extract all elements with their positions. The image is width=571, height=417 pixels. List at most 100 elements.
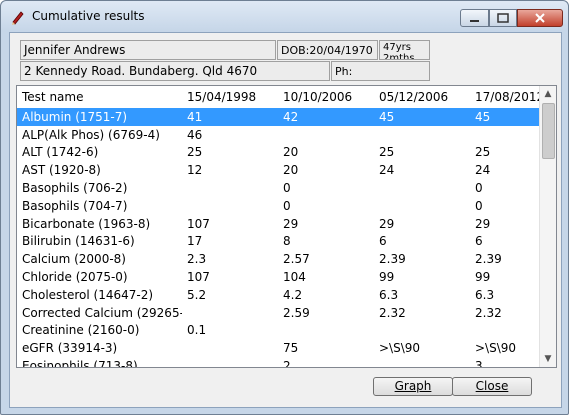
- result-cell: 2.39: [379, 252, 406, 267]
- table-row[interactable]: Bicarbonate (1963-8) 107 29 29 29: [17, 215, 556, 233]
- result-cell: 17: [187, 234, 203, 249]
- result-cell: [374, 357, 470, 367]
- result-cell: 46: [187, 127, 203, 142]
- result-cell: [182, 357, 278, 367]
- patient-phone: Ph:: [331, 61, 430, 81]
- result-cell: 8: [283, 234, 291, 249]
- result-cell: 29: [379, 216, 395, 231]
- result-cell: 2.3: [187, 252, 207, 267]
- result-cell: 41: [182, 108, 278, 126]
- result-cell: 99: [379, 270, 395, 285]
- table-row[interactable]: ALT (1742-6) 25 20 25 25: [17, 144, 556, 162]
- test-name-cell: ALT (1742-6): [22, 145, 99, 160]
- minimize-icon: [470, 20, 479, 22]
- result-cell: 107: [187, 270, 210, 285]
- column-header[interactable]: 05/12/2006: [374, 86, 470, 108]
- result-cell: 2.59: [283, 305, 310, 320]
- table-row[interactable]: Basophils (706-2) 0 0: [17, 179, 556, 197]
- results-table: Test name 15/04/1998 10/10/2006 05/12/20…: [17, 86, 556, 368]
- patient-age-years: 47yrs: [383, 42, 411, 53]
- dialog-client-area: Jennifer Andrews DOB:20/04/1970 47yrs 2m…: [9, 32, 562, 408]
- vertical-scrollbar[interactable]: ▲ ▼: [539, 86, 556, 367]
- scrollbar-thumb[interactable]: [542, 103, 555, 159]
- table-row[interactable]: ALP(Alk Phos) (6769-4) 46: [17, 126, 556, 144]
- graph-button-label: Graph: [394, 379, 432, 393]
- result-cell: [374, 197, 470, 215]
- result-cell: 24: [379, 163, 395, 178]
- result-cell: 42: [278, 108, 374, 126]
- test-name-cell: Cholesterol (14647-2): [22, 287, 154, 302]
- maximize-button[interactable]: [489, 9, 517, 27]
- test-name-cell: Calcium (2000-8): [22, 252, 126, 267]
- result-cell: 6.3: [379, 287, 399, 302]
- table-header-row: Test name 15/04/1998 10/10/2006 05/12/20…: [17, 86, 556, 108]
- column-header[interactable]: 15/04/1998: [182, 86, 278, 108]
- patient-name: Jennifer Andrews: [20, 40, 276, 60]
- patient-age: 47yrs 2mths: [379, 40, 430, 60]
- test-name-cell: Eosinophils (713-8): [22, 359, 138, 368]
- test-name-cell: ALP(Alk Phos) (6769-4): [22, 127, 160, 142]
- close-button[interactable]: Close: [452, 377, 532, 396]
- result-cell: 0: [283, 198, 291, 213]
- result-cell: 25: [187, 145, 203, 160]
- table-row[interactable]: AST (1920-8) 12 20 24 24: [17, 161, 556, 179]
- result-cell: [374, 179, 470, 197]
- close-window-button[interactable]: [517, 9, 563, 27]
- table-row[interactable]: Creatinine (2160-0) 0.1: [17, 322, 556, 340]
- table-row[interactable]: Basophils (704-7) 0 0: [17, 197, 556, 215]
- result-cell: 0: [283, 181, 291, 196]
- test-name-cell: Albumin (1751-7): [17, 108, 182, 126]
- table-row[interactable]: eGFR (33914-3) 75 >\S\90 >\S\90: [17, 339, 556, 357]
- results-grid[interactable]: Test name 15/04/1998 10/10/2006 05/12/20…: [16, 85, 557, 368]
- test-name-cell: eGFR (33914-3): [22, 341, 118, 356]
- test-name-cell: Corrected Calcium (29265-6): [22, 305, 182, 320]
- result-cell: 4.2: [283, 287, 303, 302]
- table-row[interactable]: Corrected Calcium (29265-6) 2.59 2.32 2.32: [17, 304, 556, 322]
- column-header[interactable]: Test name: [17, 86, 182, 108]
- result-cell: 5.2: [187, 287, 207, 302]
- result-cell: 45: [374, 108, 470, 126]
- test-name-cell: Bicarbonate (1963-8): [22, 216, 151, 231]
- graph-button[interactable]: Graph: [373, 377, 453, 396]
- result-cell: 2.57: [283, 252, 310, 267]
- result-cell: [182, 339, 278, 357]
- close-icon: [535, 13, 545, 23]
- patient-age-months: 2mths: [383, 53, 415, 60]
- patient-dob: DOB:20/04/1970: [277, 40, 378, 60]
- result-cell: [182, 304, 278, 322]
- close-button-label: Close: [475, 379, 509, 393]
- table-row[interactable]: Eosinophils (713-8) 2 3: [17, 357, 556, 368]
- result-cell: 107: [187, 216, 210, 231]
- result-cell: [182, 197, 278, 215]
- result-cell: 20: [283, 163, 299, 178]
- cumulative-results-window: Cumulative results Jennifer Andrews DOB:…: [0, 0, 569, 415]
- minimize-button[interactable]: [460, 9, 489, 27]
- scroll-down-arrow-icon[interactable]: ▼: [540, 351, 556, 367]
- table-row[interactable]: Cholesterol (14647-2) 5.2 4.2 6.3 6.3: [17, 286, 556, 304]
- table-row[interactable]: Albumin (1751-7) 41 42 45 45: [17, 108, 556, 126]
- maximize-icon: [497, 13, 509, 23]
- test-name-cell: Creatinine (2160-0): [22, 323, 140, 338]
- window-title: Cumulative results: [32, 9, 145, 23]
- result-cell: [278, 322, 374, 340]
- test-name-cell: Basophils (706-2): [22, 181, 128, 196]
- result-cell: [374, 126, 470, 144]
- scroll-up-arrow-icon[interactable]: ▲: [540, 86, 556, 102]
- result-cell: 75: [283, 341, 299, 356]
- result-cell: [182, 179, 278, 197]
- table-row[interactable]: Calcium (2000-8) 2.3 2.57 2.39 2.39: [17, 250, 556, 268]
- test-name-cell: Bilirubin (14631-6): [22, 234, 135, 249]
- title-bar[interactable]: Cumulative results: [1, 1, 568, 31]
- result-cell: [374, 322, 470, 340]
- result-cell: 2.32: [379, 305, 406, 320]
- result-cell: 0.1: [187, 323, 207, 338]
- table-row[interactable]: Chloride (2075-0) 107 104 99 99: [17, 268, 556, 286]
- table-row[interactable]: Bilirubin (14631-6) 17 8 6 6: [17, 233, 556, 251]
- column-header[interactable]: 10/10/2006: [278, 86, 374, 108]
- result-cell: [278, 126, 374, 144]
- result-cell: 20: [283, 145, 299, 160]
- result-cell: 104: [283, 270, 306, 285]
- result-cell: 6: [379, 234, 387, 249]
- result-cell: 2: [283, 359, 291, 368]
- result-cell: 12: [187, 163, 203, 178]
